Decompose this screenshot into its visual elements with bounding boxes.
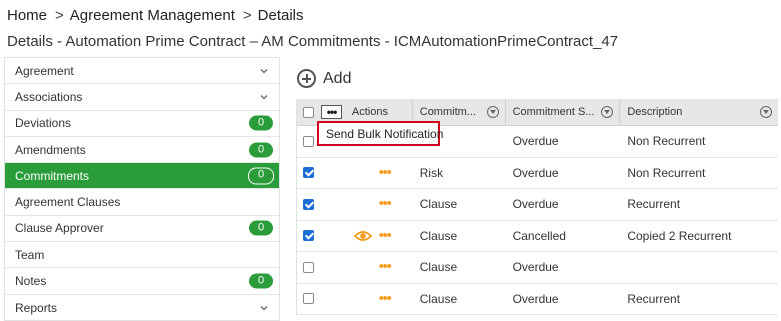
header-description[interactable]: Description [620,99,778,125]
row-select-cell [297,221,349,252]
count-badge: 0 [249,220,273,236]
count-badge: 0 [249,273,273,289]
count-badge: 0 [248,167,274,185]
description-cell: Copied 2 Recurrent [627,228,732,243]
more-actions-icon[interactable]: ••• [379,290,392,304]
add-button-label: Add [323,69,352,87]
header-commitment-status[interactable]: Commitment S... [506,99,621,125]
commitment-type-cell: Clause [419,291,458,306]
sidebar-item-label: Team [15,247,45,262]
more-actions-icon[interactable]: ••• [379,259,392,273]
sidebar-item-label: Agreement Clauses [15,195,121,210]
table-row[interactable]: ••• Clause Overdue Recurrent [297,284,778,315]
description-cell: Non Recurrent [627,165,706,180]
row-actions-cell: ••• [349,189,413,220]
commitment-status-cell: Overdue [512,197,559,212]
breadcrumb-separator: > [55,7,64,24]
row-checkbox[interactable] [303,167,314,179]
row-checkbox[interactable] [303,261,314,273]
row-actions-cell: ••• [349,221,413,252]
chevron-down-icon[interactable] [259,303,269,313]
description-cell: Non Recurrent [627,134,706,149]
sidebar-item-commitments[interactable]: Commitments 0 [5,163,279,190]
eye-icon[interactable] [353,230,372,242]
sidebar-item-amendments[interactable]: Amendments 0 [5,137,279,164]
sidebar-item-label: Agreement [15,63,74,78]
sidebar-item-deviations[interactable]: Deviations 0 [5,111,279,137]
add-button[interactable]: Add [297,69,351,88]
sidebar-item-notes[interactable]: Notes 0 [5,268,279,295]
plus-circle-icon [297,69,316,88]
row-actions-cell: ••• [349,284,413,315]
chevron-down-icon[interactable] [259,66,269,76]
table-row[interactable]: ••• Clause Overdue [297,252,778,284]
description-cell [620,252,778,283]
row-checkbox[interactable] [303,198,314,210]
sidebar-item-label: Reports [15,300,58,315]
count-badge: 0 [249,115,273,131]
sidebar-item-label: Associations [15,89,83,104]
breadcrumb-separator: > [242,7,252,24]
more-actions-icon[interactable]: ••• [379,227,392,241]
breadcrumb: Home > Agreement Management > Details [7,7,304,24]
commitment-type-cell: Clause [419,197,458,212]
sidebar-item-label: Commitments [15,168,90,183]
row-checkbox[interactable] [303,293,314,305]
sidebar-item-agreement-clauses[interactable]: Agreement Clauses [5,189,279,216]
row-select-cell [297,284,349,315]
row-select-cell [297,158,349,189]
commitment-status-cell: Overdue [512,291,559,306]
description-cell: Recurrent [627,291,681,306]
sidebar-item-label: Amendments [15,142,86,157]
sidebar-item-agreement[interactable]: Agreement [5,58,279,85]
row-select-cell [297,189,349,220]
breadcrumb-details: Details [257,7,304,24]
commitment-status-cell: Overdue [512,260,559,275]
filter-icon[interactable] [759,106,772,118]
row-actions-cell: ••• [349,158,413,189]
chevron-down-icon[interactable] [259,92,269,102]
sidebar-item-label: Deviations [15,116,72,131]
commitment-status-cell: Cancelled [512,228,566,243]
grid-body: ••• Overdue Non Recurrent ••• Risk Overdue Non… [297,126,778,315]
commitment-status-cell: Overdue [512,165,559,180]
header-description-label: Description [627,106,683,118]
sidebar-item-clause-approver[interactable]: Clause Approver 0 [5,216,279,243]
table-row[interactable]: ••• Risk Overdue Non Recurrent [297,158,778,189]
table-row[interactable]: ••• Clause Overdue Recurrent [297,189,778,221]
count-badge: 0 [249,142,273,158]
select-all-checkbox[interactable] [303,106,314,118]
filter-icon[interactable] [486,106,499,118]
sidebar-item-associations[interactable]: Associations [5,84,279,111]
send-bulk-notification-menu-item[interactable]: Send Bulk Notification [317,121,443,146]
commitment-type-cell: Clause [419,228,458,243]
table-row[interactable]: ••• Clause Cancelled Copied 2 Recurrent [297,221,778,252]
sidebar-item-team[interactable]: Team [5,242,279,269]
breadcrumb-agreement-management[interactable]: Agreement Management [70,7,235,24]
row-actions-cell: ••• [349,252,413,283]
sidebar-item-reports[interactable]: Reports [5,295,279,321]
header-commitment-type-label: Commitm... [419,106,476,118]
commitment-status-cell: Overdue [512,134,559,149]
header-commitment-status-label: Commitment S... [512,106,595,118]
sidebar-item-label: Clause Approver [15,221,104,236]
commitment-type-cell: Risk [419,165,444,180]
description-cell: Recurrent [627,197,681,212]
breadcrumb-home[interactable]: Home [7,7,47,24]
bulk-actions-button[interactable]: ••• [321,105,342,119]
sidebar: Agreement Associations Deviations 0 Amendmen… [4,57,280,321]
filter-icon[interactable] [601,106,614,118]
more-actions-icon[interactable]: ••• [379,164,392,178]
commitment-type-cell: Clause [419,260,458,275]
more-actions-icon[interactable]: ••• [379,196,392,210]
row-checkbox[interactable] [303,230,314,242]
header-actions-label: Actions [351,106,388,118]
row-checkbox[interactable] [303,135,314,147]
page-title: Details - Automation Prime Contract – AM… [7,33,619,50]
sidebar-item-label: Notes [15,274,47,289]
row-select-cell [297,252,349,283]
